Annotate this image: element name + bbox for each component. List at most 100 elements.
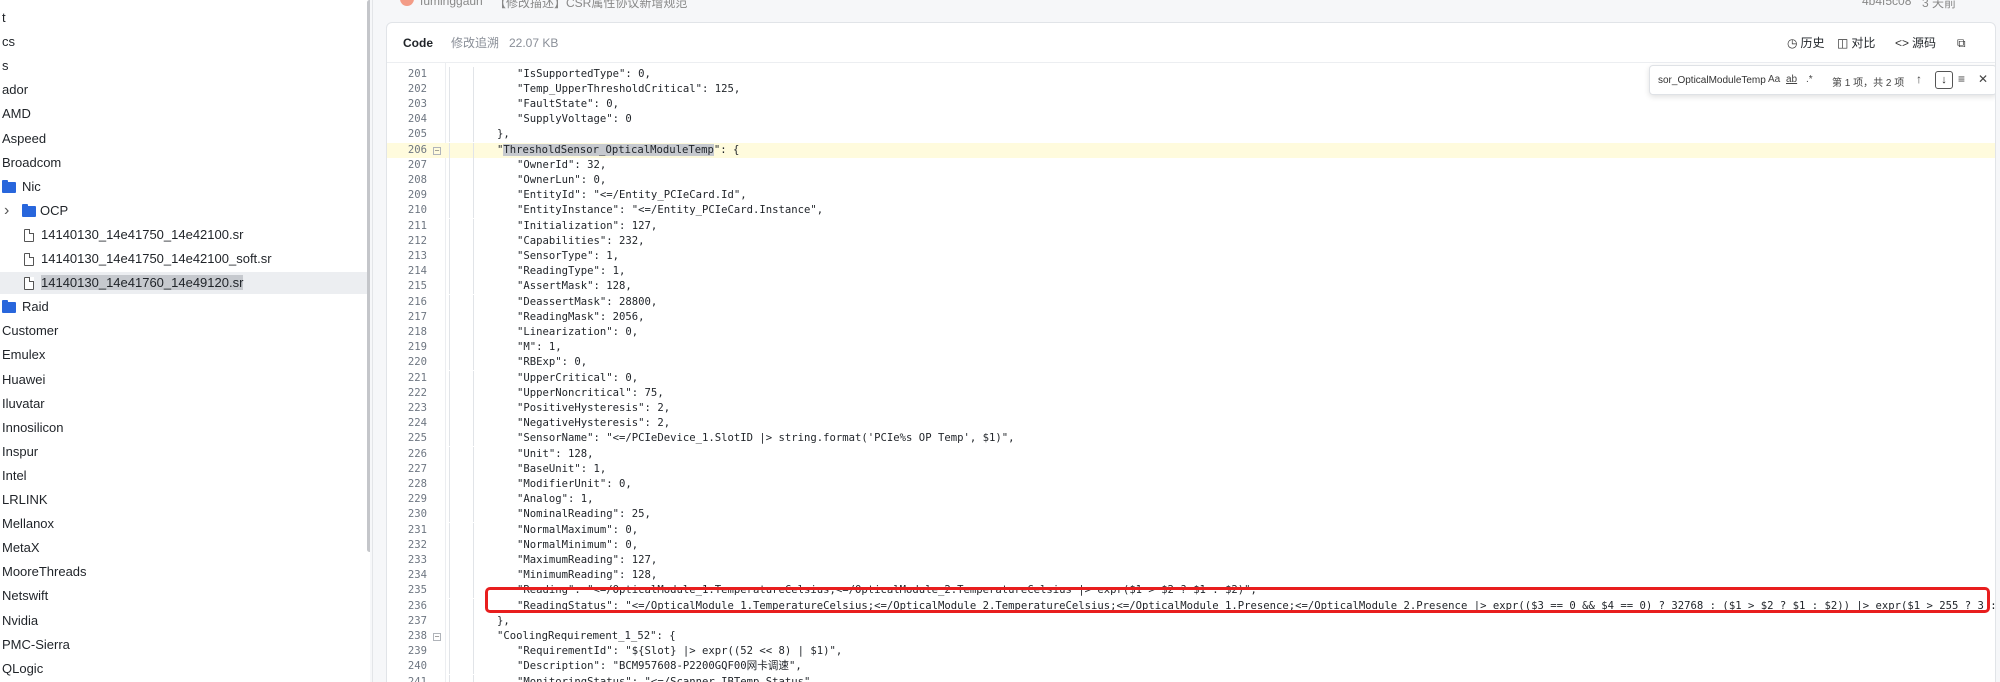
tree-item[interactable]: Netswift <box>0 585 368 607</box>
line-number[interactable]: 210 <box>387 203 427 218</box>
commit-hash[interactable]: 4b4f5c08 <box>1862 0 1911 8</box>
tree-item[interactable]: 14140130_14e41760_14e49120.sr <box>0 272 368 295</box>
arrow-down-icon[interactable]: ↓ <box>1935 71 1953 89</box>
fold-toggle-icon[interactable]: − <box>433 146 441 155</box>
tree-item[interactable]: Aspeed <box>0 128 368 150</box>
tree-item[interactable]: Inspur <box>0 441 368 463</box>
code-line: 224 "NegativeHysteresis": 2, <box>387 416 1995 432</box>
line-number[interactable]: 241 <box>387 675 427 682</box>
tree-item[interactable]: Nvidia <box>0 610 368 632</box>
line-number[interactable]: 228 <box>387 477 427 492</box>
line-number[interactable]: 233 <box>387 553 427 568</box>
line-number[interactable]: 202 <box>387 82 427 97</box>
commit-message[interactable]: 【修改描述】CSR属性协议新增规范 <box>494 0 687 11</box>
line-number[interactable]: 215 <box>387 279 427 294</box>
line-number[interactable]: 214 <box>387 264 427 279</box>
line-number[interactable]: 216 <box>387 295 427 310</box>
line-number[interactable]: 209 <box>387 188 427 203</box>
tree-item[interactable]: QLogic <box>0 658 368 680</box>
line-number[interactable]: 229 <box>387 492 427 507</box>
tree-item-label: Inspur <box>2 443 39 459</box>
line-number[interactable]: 208 <box>387 173 427 188</box>
indent-guide <box>473 476 474 493</box>
line-number[interactable]: 236 <box>387 599 427 614</box>
arrow-up-icon[interactable]: ↑ <box>1916 72 1922 86</box>
line-number[interactable]: 217 <box>387 310 427 325</box>
tree-item[interactable]: Iluvatar <box>0 393 368 415</box>
line-number[interactable]: 238 <box>387 629 427 644</box>
line-number[interactable]: 231 <box>387 523 427 538</box>
sidebar-divider[interactable] <box>372 0 373 682</box>
history-button[interactable]: ◷ 历史 <box>1787 35 1825 51</box>
tree-item[interactable]: Broadcom <box>0 152 368 174</box>
line-number[interactable]: 240 <box>387 659 427 674</box>
tree-item[interactable]: › OCP <box>0 200 368 222</box>
chevron-right-icon[interactable]: › <box>4 200 9 222</box>
line-number[interactable]: 205 <box>387 127 427 142</box>
match-case-toggle[interactable]: Aa <box>1768 74 1780 85</box>
code-view[interactable]: 201 "IsSupportedType": 0, 202 "Temp_UpperTh… <box>387 63 1995 682</box>
lines-icon[interactable]: ≡ <box>1958 72 1965 86</box>
line-number[interactable]: 230 <box>387 507 427 522</box>
copy-button[interactable]: ⧉ <box>1957 35 1969 51</box>
line-number[interactable]: 211 <box>387 219 427 234</box>
line-number[interactable]: 239 <box>387 644 427 659</box>
close-icon[interactable]: ✕ <box>1978 72 1988 86</box>
line-number[interactable]: 221 <box>387 371 427 386</box>
tab-blame[interactable]: 修改追溯 <box>451 35 499 51</box>
tree-item[interactable]: Mellanox <box>0 513 368 535</box>
line-number[interactable]: 212 <box>387 234 427 249</box>
tree-item[interactable]: Emulex <box>0 344 368 366</box>
line-number[interactable]: 223 <box>387 401 427 416</box>
line-number[interactable]: 237 <box>387 614 427 629</box>
line-number[interactable]: 206 <box>387 143 427 158</box>
tree-item[interactable]: MooreThreads <box>0 561 368 583</box>
file-tree-scrollbar[interactable] <box>367 0 370 552</box>
tree-item[interactable]: Innosilicon <box>0 417 368 439</box>
line-number[interactable]: 232 <box>387 538 427 553</box>
tree-item[interactable]: Raid <box>0 296 368 318</box>
line-number[interactable]: 227 <box>387 462 427 477</box>
tab-code[interactable]: Code <box>403 35 433 51</box>
tree-item[interactable]: Nic <box>0 176 368 198</box>
tree-item[interactable]: MetaX <box>0 537 368 559</box>
line-number[interactable]: 226 <box>387 447 427 462</box>
line-number[interactable]: 225 <box>387 431 427 446</box>
tree-item[interactable]: s <box>0 55 368 77</box>
fold-toggle-icon[interactable]: − <box>433 632 441 641</box>
indent-guide <box>473 188 474 204</box>
line-number[interactable]: 224 <box>387 416 427 431</box>
line-number[interactable]: 222 <box>387 386 427 401</box>
tree-item[interactable]: Huawei <box>0 369 368 391</box>
line-number[interactable]: 213 <box>387 249 427 264</box>
line-number[interactable]: 203 <box>387 97 427 112</box>
tree-item[interactable]: Customer <box>0 320 368 342</box>
tree-item[interactable]: Intel <box>0 465 368 487</box>
indent-guide <box>473 81 474 97</box>
line-number[interactable]: 218 <box>387 325 427 340</box>
selected-text: 14140130_14e41760_14e49120.sr <box>41 275 244 291</box>
line-number[interactable]: 201 <box>387 67 427 82</box>
line-number[interactable]: 204 <box>387 112 427 127</box>
tree-item[interactable]: t <box>0 7 368 29</box>
regex-toggle[interactable]: .* <box>1806 74 1813 85</box>
commit-author[interactable]: fuminggaun <box>420 0 483 8</box>
tree-item[interactable]: 14140130_14e41750_14e42100_soft.sr <box>0 248 368 270</box>
tree-item[interactable]: cs <box>0 31 368 53</box>
find-input[interactable] <box>1658 72 1766 89</box>
whole-word-toggle[interactable]: ab <box>1786 74 1797 85</box>
tree-item[interactable]: 14140130_14e41750_14e42100.sr <box>0 224 368 246</box>
line-number[interactable]: 219 <box>387 340 427 355</box>
line-number[interactable]: 234 <box>387 568 427 583</box>
compare-button[interactable]: ◫ 对比 <box>1837 35 1875 51</box>
tree-item[interactable]: LRLINK <box>0 489 368 511</box>
line-number[interactable]: 207 <box>387 158 427 173</box>
avatar[interactable] <box>400 0 414 6</box>
tree-item[interactable]: PMC-Sierra <box>0 634 368 656</box>
code-text: "MaximumReading": 127, <box>517 553 658 566</box>
tree-item[interactable]: AMD <box>0 103 368 125</box>
line-number[interactable]: 235 <box>387 583 427 598</box>
line-number[interactable]: 220 <box>387 355 427 370</box>
tree-item[interactable]: ador <box>0 79 368 101</box>
source-button[interactable]: <> 源码 <box>1895 35 1936 51</box>
